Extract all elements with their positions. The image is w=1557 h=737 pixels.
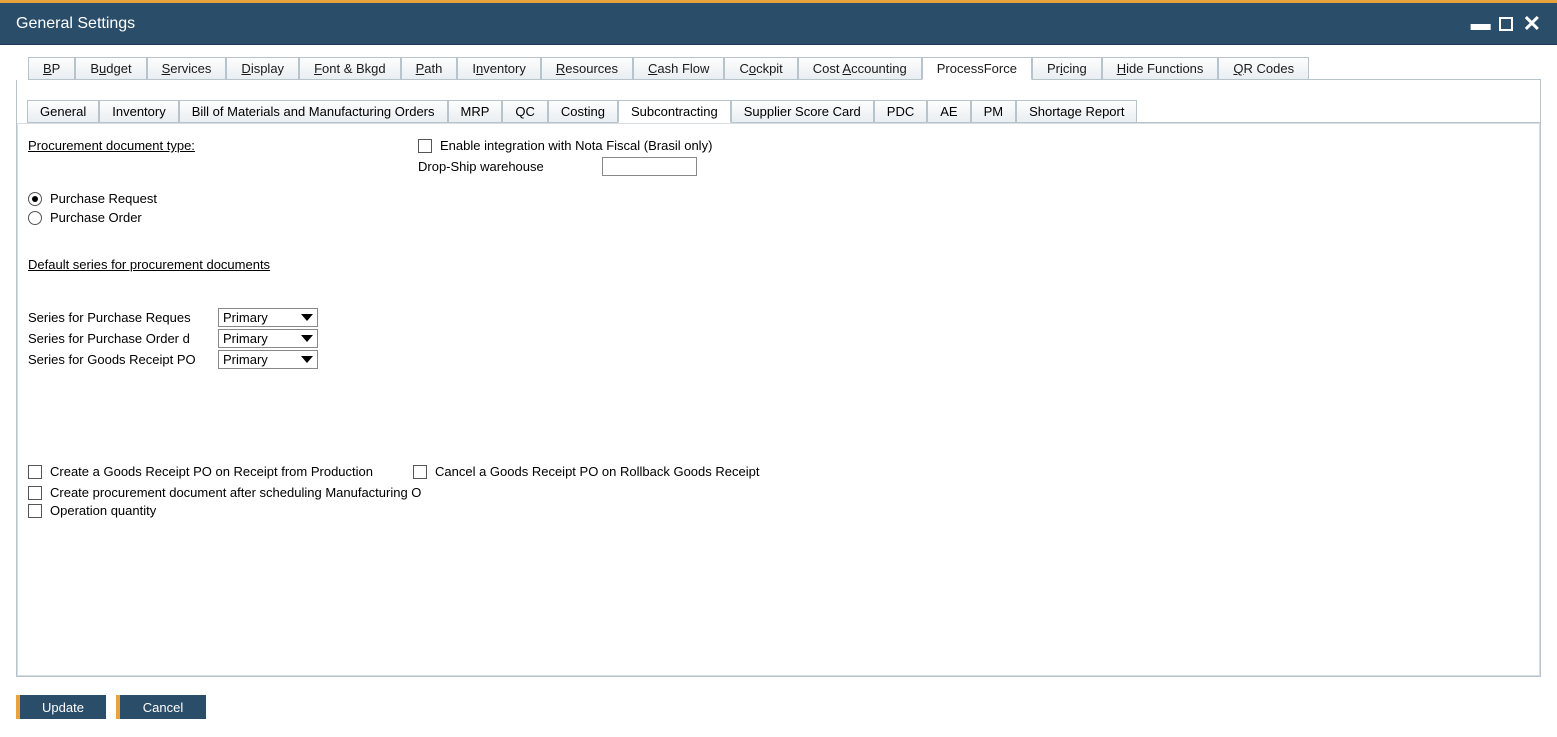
dropdown-value: Primary (223, 310, 268, 325)
cb-cancel-grpo: Cancel a Goods Receipt PO on Rollback Go… (413, 464, 759, 479)
series-pr-row: Series for Purchase Reques Primary (28, 308, 1529, 327)
subtab-bill-of-materials-and-manufacturing-orders[interactable]: Bill of Materials and Manufacturing Orde… (179, 100, 448, 122)
tab-resources[interactable]: Resources (541, 57, 633, 79)
cb-operation-qty: Operation quantity (28, 503, 1529, 518)
subtab-pdc[interactable]: PDC (874, 100, 927, 122)
series-po-row: Series for Purchase Order d Primary (28, 329, 1529, 348)
section-procurement-type: Procurement document type: (28, 138, 1529, 153)
subtab-inventory[interactable]: Inventory (99, 100, 178, 122)
chevron-down-icon (301, 314, 313, 321)
content-area: BPBudgetServicesDisplayFont & BkgdPathIn… (0, 45, 1557, 737)
tab-inventory[interactable]: Inventory (457, 57, 541, 79)
series-po-dropdown[interactable]: Primary (218, 329, 318, 348)
subtab-shortage-report[interactable]: Shortage Report (1016, 100, 1137, 122)
series-grpo-dropdown[interactable]: Primary (218, 350, 318, 369)
checkbox[interactable] (28, 486, 42, 500)
subtab-pm[interactable]: PM (971, 100, 1017, 122)
dropdown-value: Primary (223, 331, 268, 346)
subtab-costing[interactable]: Costing (548, 100, 618, 122)
close-icon[interactable]: ✕ (1523, 13, 1541, 35)
subtab-ae[interactable]: AE (927, 100, 970, 122)
checkbox[interactable] (413, 465, 427, 479)
cancel-button[interactable]: Cancel (116, 695, 206, 719)
tab-services[interactable]: Services (147, 57, 227, 79)
tab-font-bkgd[interactable]: Font & Bkgd (299, 57, 401, 79)
footer-buttons: Update Cancel (16, 677, 1541, 725)
tab-display[interactable]: Display (226, 57, 299, 79)
sub-tabs: GeneralInventoryBill of Materials and Ma… (27, 100, 1540, 123)
radio-purchase-request[interactable]: Purchase Request (28, 191, 1529, 206)
titlebar: General Settings ▬ ✕ (0, 3, 1557, 45)
series-grpo-row: Series for Goods Receipt PO Primary (28, 350, 1529, 369)
tab-cash-flow[interactable]: Cash Flow (633, 57, 724, 79)
nota-fiscal-row: Enable integration with Nota Fiscal (Bra… (418, 138, 712, 153)
checkbox-label: Cancel a Goods Receipt PO on Rollback Go… (435, 464, 759, 479)
checkbox-label: Create a Goods Receipt PO on Receipt fro… (50, 464, 373, 479)
section-default-series: Default series for procurement documents (28, 257, 1529, 272)
window-controls: ▬ ✕ (1471, 13, 1541, 35)
chevron-down-icon (301, 356, 313, 363)
subtab-qc[interactable]: QC (502, 100, 548, 122)
series-po-label: Series for Purchase Order d (28, 331, 218, 346)
tab-hide-functions[interactable]: Hide Functions (1102, 57, 1219, 79)
checkbox-label: Create procurement document after schedu… (50, 485, 421, 500)
nota-fiscal-label: Enable integration with Nota Fiscal (Bra… (440, 138, 712, 153)
radio-purchase-order[interactable]: Purchase Order (28, 210, 1529, 225)
checkbox-label: Operation quantity (50, 503, 156, 518)
cb-create-grpo: Create a Goods Receipt PO on Receipt fro… (28, 464, 393, 479)
tab-cost-accounting[interactable]: Cost Accounting (798, 57, 922, 79)
window-title: General Settings (16, 15, 135, 33)
radio-label: Purchase Order (50, 210, 142, 225)
panel-frame: GeneralInventoryBill of Materials and Ma… (16, 80, 1541, 677)
subcontracting-panel: Procurement document type: Purchase Requ… (17, 123, 1540, 676)
main-tabs: BPBudgetServicesDisplayFont & BkgdPathIn… (28, 57, 1541, 80)
subtab-mrp[interactable]: MRP (448, 100, 503, 122)
drop-ship-input[interactable] (602, 157, 697, 176)
checkbox[interactable] (28, 465, 42, 479)
tab-bp[interactable]: BP (28, 57, 75, 79)
minimize-icon[interactable]: ▬ (1471, 14, 1489, 34)
drop-ship-row: Drop-Ship warehouse (418, 157, 712, 176)
update-button[interactable]: Update (16, 695, 106, 719)
series-pr-dropdown[interactable]: Primary (218, 308, 318, 327)
checkbox[interactable] (28, 504, 42, 518)
radio-label: Purchase Request (50, 191, 157, 206)
drop-ship-label: Drop-Ship warehouse (418, 159, 594, 174)
tab-path[interactable]: Path (401, 57, 458, 79)
subtab-supplier-score-card[interactable]: Supplier Score Card (731, 100, 874, 122)
tab-pricing[interactable]: Pricing (1032, 57, 1102, 79)
right-column: Enable integration with Nota Fiscal (Bra… (418, 138, 712, 180)
tab-cockpit[interactable]: Cockpit (724, 57, 797, 79)
tab-qr-codes[interactable]: QR Codes (1218, 57, 1309, 79)
series-grpo-label: Series for Goods Receipt PO (28, 352, 218, 367)
tab-budget[interactable]: Budget (75, 57, 146, 79)
nota-fiscal-checkbox[interactable] (418, 139, 432, 153)
window: General Settings ▬ ✕ BPBudgetServicesDis… (0, 0, 1557, 737)
checkbox-group: Create a Goods Receipt PO on Receipt fro… (28, 461, 1529, 482)
subtab-general[interactable]: General (27, 100, 99, 122)
tab-processforce[interactable]: ProcessForce (922, 57, 1032, 80)
chevron-down-icon (301, 335, 313, 342)
dropdown-value: Primary (223, 352, 268, 367)
maximize-icon[interactable] (1499, 17, 1513, 31)
radio-icon[interactable] (28, 211, 42, 225)
radio-icon[interactable] (28, 192, 42, 206)
subtab-subcontracting[interactable]: Subcontracting (618, 100, 731, 123)
cb-create-proc-doc: Create procurement document after schedu… (28, 485, 1529, 500)
series-pr-label: Series for Purchase Reques (28, 310, 218, 325)
